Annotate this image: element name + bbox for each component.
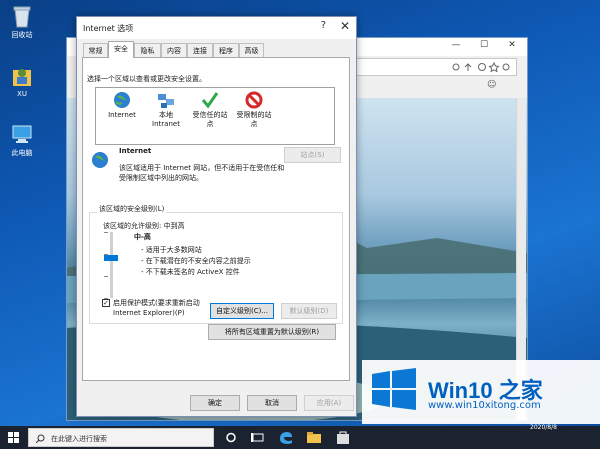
- zone-label: 受限制的站 点: [236, 111, 272, 128]
- selected-zone-globe-icon: [91, 151, 109, 169]
- ie-nav-icons: ☺: [487, 80, 497, 90]
- security-level-name: 中-高: [134, 233, 151, 241]
- ie-toolbar-icons: [452, 62, 510, 73]
- cortana-icon[interactable]: [222, 429, 240, 446]
- zone-internet[interactable]: Internet: [100, 91, 144, 120]
- desktop-icon-this-pc[interactable]: 此电脑: [4, 122, 40, 158]
- tab-content[interactable]: 内容: [161, 43, 187, 57]
- search-placeholder: 在此键入进行搜索: [51, 435, 107, 443]
- tab-connections[interactable]: 连接: [187, 43, 213, 57]
- dialog-titlebar: Internet 选项 ? ✕: [77, 17, 356, 39]
- no-entry-icon: [245, 91, 263, 109]
- slider-tick: [104, 276, 108, 277]
- watermark-banner: Win10 之家 www.win10xitong.com: [362, 360, 600, 424]
- selected-zone-name: Internet: [119, 147, 152, 155]
- ie-close-button[interactable]: ✕: [499, 40, 525, 54]
- sites-button[interactable]: 站点(S): [284, 147, 341, 163]
- tab-privacy[interactable]: 隐私: [134, 43, 161, 57]
- tab-general[interactable]: 常规: [83, 43, 108, 57]
- store-icon[interactable]: [334, 429, 352, 446]
- zone-label: 本地 Intranet: [152, 111, 180, 128]
- network-icon: [157, 91, 175, 109]
- default-level-button[interactable]: 默认级别(D): [281, 303, 337, 319]
- reset-all-zones-button[interactable]: 将所有区域重置为默认级别(R): [208, 324, 336, 340]
- protected-mode-checkbox[interactable]: ✓: [102, 299, 110, 307]
- taskbar-search-box[interactable]: 在此键入进行搜索: [28, 428, 214, 447]
- zone-restricted-sites[interactable]: 受限制的站 点: [232, 91, 276, 129]
- level-bullet: - 不下载未签名的 ActiveX 控件: [141, 268, 240, 276]
- zone-prompt: 选择一个区域以查看或更改安全设置。: [87, 75, 206, 83]
- desktop-icon-user[interactable]: XU: [4, 64, 40, 98]
- zone-intranet[interactable]: 本地 Intranet: [144, 91, 188, 129]
- recycle-bin-icon: [11, 4, 33, 28]
- apply-button[interactable]: 应用(A): [304, 395, 354, 411]
- desktop-icon-label: 回收站: [11, 31, 33, 39]
- level-bullet: - 在下载潜在的不安全内容之前提示: [141, 257, 251, 265]
- security-level-legend: 该区域的安全级别(L): [97, 204, 167, 214]
- ie-maximize-button[interactable]: ☐: [471, 40, 497, 54]
- taskbar: 在此键入进行搜索: [0, 426, 600, 449]
- help-button[interactable]: ?: [321, 20, 326, 31]
- selected-zone-description: 该区域适用于 Internet 网站，但不适用于在受信任和受限制区域中列出的网站…: [119, 164, 285, 182]
- cancel-button[interactable]: 取消: [247, 395, 297, 411]
- ok-button[interactable]: 确定: [190, 395, 240, 411]
- search-icon: [36, 434, 45, 443]
- allowed-levels-text: 该区域的允许级别: 中到高: [103, 222, 185, 230]
- zone-list: Internet 本地 Intranet 受信任的站 点 受限制的站 点: [95, 87, 335, 145]
- internet-options-dialog: Internet 选项 ? ✕ 常规 安全 隐私 内容 连接 程序 高级 选择一…: [76, 16, 357, 417]
- file-explorer-icon[interactable]: [305, 429, 323, 446]
- watermark-url: www.win10xitong.com: [428, 400, 541, 411]
- slider-tick: [104, 232, 108, 233]
- zone-label: Internet: [108, 111, 136, 119]
- custom-level-button[interactable]: 自定义级别(C)...: [210, 303, 274, 319]
- windows-start-icon: [8, 432, 19, 443]
- tab-security[interactable]: 安全: [108, 41, 134, 58]
- watermark-date: 2020/8/8: [530, 424, 557, 431]
- ie-minimize-button[interactable]: —: [443, 40, 469, 54]
- checkmark-icon: [201, 91, 219, 109]
- dialog-title: Internet 选项: [83, 24, 134, 33]
- security-slider-track[interactable]: [110, 232, 113, 298]
- globe-icon: [113, 91, 131, 109]
- security-slider-thumb[interactable]: [104, 255, 118, 261]
- tab-programs[interactable]: 程序: [213, 43, 239, 57]
- desktop-icon-label: 此电脑: [11, 149, 33, 157]
- close-button[interactable]: ✕: [340, 19, 350, 33]
- user-folder-icon: [11, 64, 33, 88]
- zone-trusted-sites[interactable]: 受信任的站 点: [188, 91, 232, 129]
- desktop-icon-label: XU: [17, 90, 27, 98]
- tab-advanced[interactable]: 高级: [239, 43, 264, 57]
- computer-icon: [11, 122, 33, 146]
- protected-mode-label: 启用保护模式(要求重新启动 Internet Explorer)(P): [113, 299, 200, 317]
- task-view-icon[interactable]: [249, 429, 267, 446]
- start-button[interactable]: [0, 426, 28, 449]
- ie-address-bar[interactable]: [347, 58, 517, 76]
- zone-label: 受信任的站 点: [192, 111, 228, 128]
- desktop-icon-recycle-bin[interactable]: 回收站: [4, 4, 40, 40]
- level-bullet: - 适用于大多数网站: [141, 246, 202, 254]
- windows-logo-icon: [370, 368, 418, 410]
- edge-browser-icon[interactable]: [277, 429, 295, 446]
